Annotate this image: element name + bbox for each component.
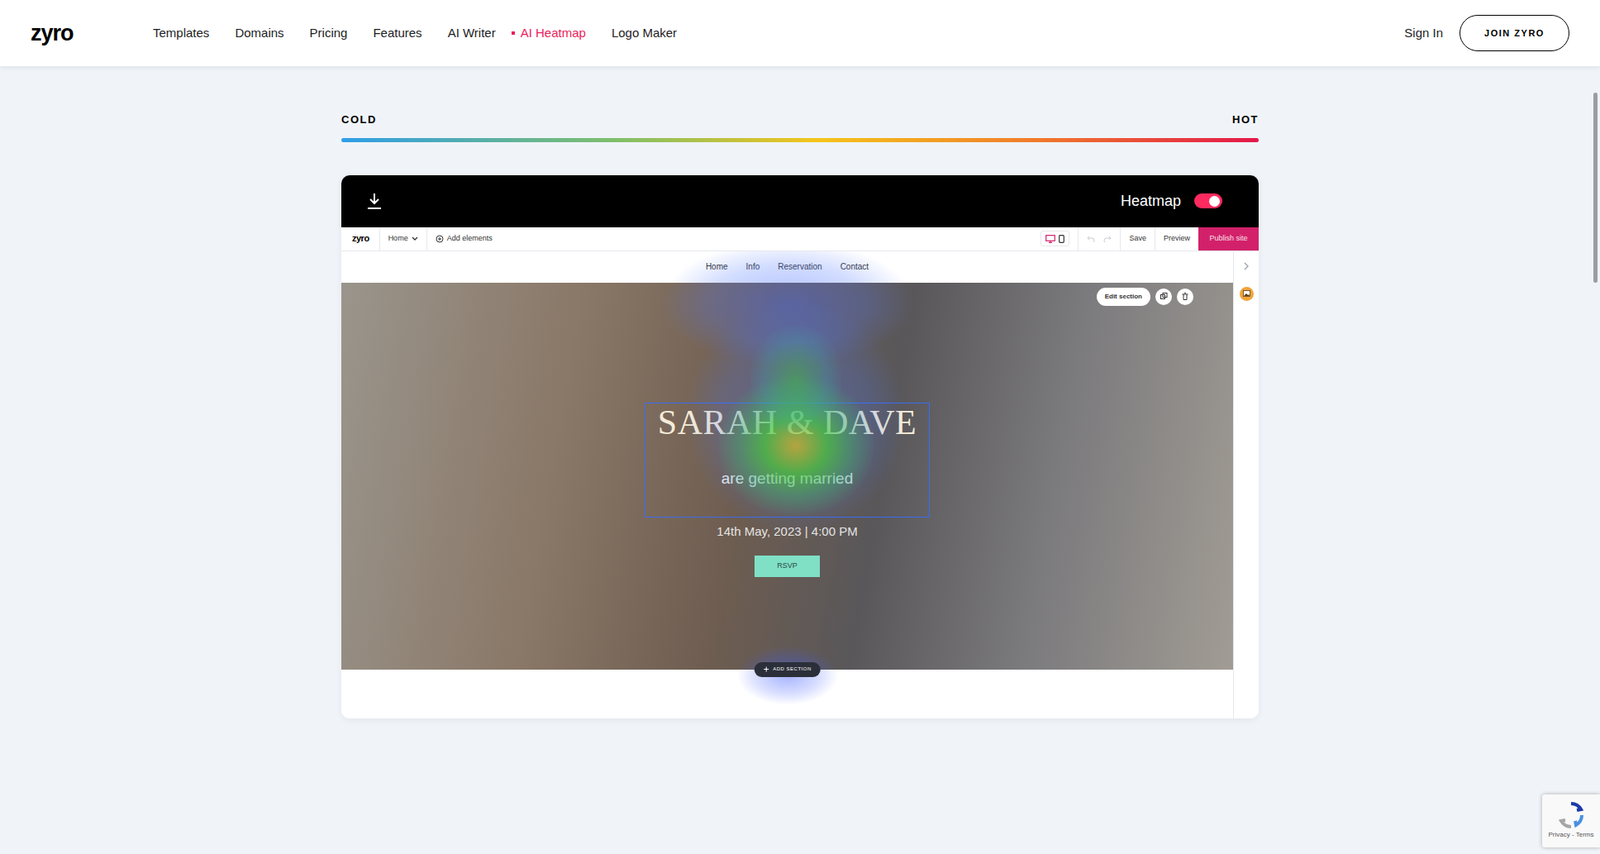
- heat-blob: [688, 300, 904, 533]
- heat-blob: [750, 325, 842, 434]
- hero-date[interactable]: 14th May, 2023 | 4:00 PM: [716, 523, 858, 540]
- add-section-button[interactable]: ADD SECTION: [753, 661, 821, 677]
- heatmap-toggle-label: Heatmap: [1120, 190, 1181, 213]
- recaptcha-badge[interactable]: Privacy - Terms: [1542, 794, 1600, 848]
- heatmap-toggle[interactable]: [1194, 193, 1223, 209]
- heat-blob: [663, 251, 912, 366]
- page-select[interactable]: Home: [379, 227, 427, 251]
- nav-item[interactable]: Features: [372, 23, 422, 43]
- nav-item-label: Logo Maker: [611, 23, 677, 43]
- editor-sidebar: [1233, 251, 1259, 719]
- site-nav-item[interactable]: Contact: [840, 260, 869, 273]
- active-dot: [511, 31, 515, 35]
- heat-blob: [717, 375, 875, 516]
- plus-circle-icon: [435, 234, 444, 243]
- page-select-value: Home: [388, 233, 409, 245]
- add-elements-button[interactable]: Add elements: [426, 227, 501, 251]
- site-header: zyro Templates Domains Pricing Features AI W…: [0, 0, 1600, 67]
- save-button[interactable]: Save: [1119, 227, 1155, 251]
- recaptcha-links[interactable]: Privacy - Terms: [1548, 829, 1595, 840]
- hero-content: SARAH & DAVE are getting married 14th Ma…: [341, 282, 1234, 577]
- preview-button[interactable]: Preview: [1154, 227, 1199, 251]
- site-nav-item[interactable]: Home: [705, 260, 729, 273]
- hot-label: HOT: [1232, 111, 1259, 129]
- cold-label: COLD: [341, 111, 377, 129]
- scrollbar-thumb[interactable]: [1593, 92, 1598, 283]
- nav-item-label: AI Heatmap: [520, 23, 586, 43]
- heatmap-card: Heatmap zyro Home Add elements: [341, 175, 1259, 719]
- editor-body: Home Info Reservation Contact SARAH & DAVE …: [341, 251, 1259, 719]
- desktop-icon[interactable]: [1045, 234, 1056, 243]
- site-nav-item[interactable]: Reservation: [777, 260, 822, 273]
- undo-icon[interactable]: [1086, 235, 1096, 243]
- editor-logo[interactable]: zyro: [341, 231, 380, 246]
- recaptcha-icon: [1556, 800, 1586, 830]
- image-settings-icon[interactable]: [1239, 286, 1254, 301]
- nav-item-label: Pricing: [309, 23, 348, 43]
- chevron-down-icon: [411, 236, 419, 242]
- editor-toolbar: zyro Home Add elements Save Preview Publ…: [341, 227, 1259, 252]
- chevron-right-icon[interactable]: [1243, 261, 1250, 271]
- mobile-icon[interactable]: [1058, 234, 1065, 243]
- selection-box: [644, 402, 930, 518]
- device-switch: [1040, 230, 1070, 247]
- hero-section: SARAH & DAVE are getting married 14th Ma…: [341, 282, 1234, 670]
- sign-in-link[interactable]: Sign In: [1404, 23, 1443, 43]
- redo-icon[interactable]: [1103, 235, 1112, 243]
- add-section-label: ADD SECTION: [772, 665, 812, 673]
- nav-item-label: Domains: [234, 23, 284, 43]
- nav-item-label: AI Writer: [447, 23, 496, 43]
- editor-canvas: Home Info Reservation Contact SARAH & DAVE …: [341, 251, 1234, 719]
- main-nav: Templates Domains Pricing Features AI Writer…: [152, 23, 677, 43]
- nav-item[interactable]: Domains: [234, 23, 284, 43]
- site-nav: Home Info Reservation Contact: [341, 251, 1234, 283]
- toggle-knob: [1209, 195, 1220, 207]
- nav-item-label: Features: [372, 23, 422, 43]
- hero-subtitle[interactable]: are getting married: [721, 468, 853, 489]
- delete-icon[interactable]: [1176, 288, 1194, 305]
- heat-scale: COLD HOT: [341, 111, 1259, 129]
- heat-gradient-bar: [341, 138, 1259, 143]
- heatmap-section: COLD HOT Heatmap zyro Home: [341, 66, 1259, 719]
- edit-section-button[interactable]: Edit section: [1096, 287, 1151, 306]
- nav-item[interactable]: AI Writer: [447, 23, 496, 43]
- download-icon[interactable]: [366, 191, 383, 210]
- join-button[interactable]: JOIN ZYRO: [1459, 14, 1570, 52]
- zyro-logo[interactable]: zyro: [30, 22, 123, 45]
- hero-title[interactable]: SARAH & DAVE: [657, 402, 917, 443]
- add-elements-label: Add elements: [447, 233, 493, 245]
- duplicate-icon[interactable]: [1155, 288, 1172, 305]
- nav-item[interactable]: AI Heatmap: [511, 23, 586, 43]
- site-nav-item[interactable]: Info: [746, 260, 761, 273]
- nav-item[interactable]: Pricing: [309, 23, 348, 43]
- nav-item-label: Templates: [152, 23, 210, 43]
- plus-icon: [762, 666, 769, 672]
- rsvp-button[interactable]: RSVP: [754, 555, 820, 577]
- nav-item[interactable]: Templates: [152, 23, 210, 43]
- publish-button[interactable]: Publish site: [1198, 227, 1259, 251]
- card-toolbar: Heatmap: [341, 175, 1259, 228]
- nav-item[interactable]: Logo Maker: [611, 23, 677, 43]
- heatmap-overlay: [341, 251, 1234, 719]
